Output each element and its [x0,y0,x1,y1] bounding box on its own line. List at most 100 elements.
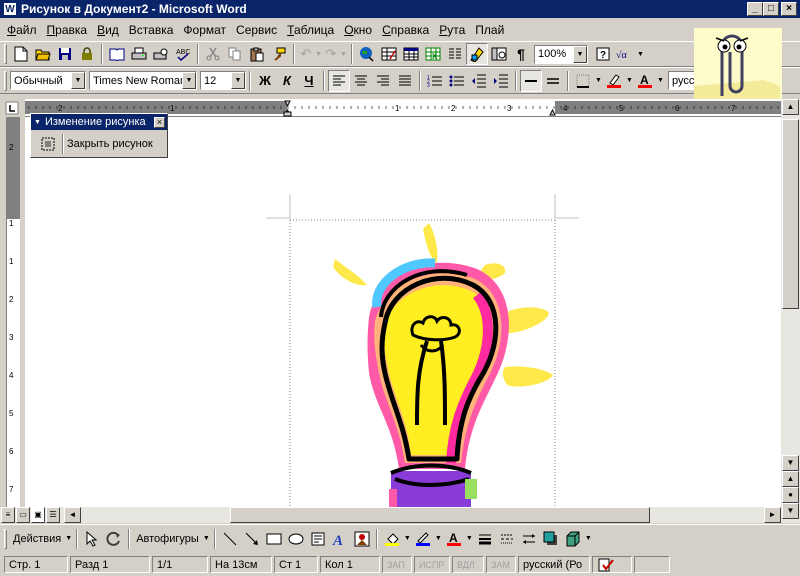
arrow-style-icon[interactable] [518,528,540,550]
spelling-status-icon[interactable] [592,556,632,573]
previous-page-icon[interactable]: ▲ [782,471,799,487]
font-color-dropdown-icon[interactable]: ▼ [656,77,665,84]
status-language[interactable]: русский (Ро [518,556,590,573]
text-box-icon[interactable] [307,528,329,550]
new-document-icon[interactable] [10,43,32,65]
underline-button[interactable]: Ч [298,70,320,92]
paste-icon[interactable] [246,43,268,65]
chevron-down-icon[interactable]: ▼ [231,72,245,89]
insert-table-icon[interactable] [400,43,422,65]
clipart-icon[interactable] [351,528,373,550]
menu-item-5[interactable]: Сервис [231,23,282,37]
undo-dropdown-icon[interactable]: ▼ [314,51,323,58]
close-icon[interactable]: × [154,116,165,128]
menu-item-7[interactable]: Окно [339,23,377,37]
font-size-select[interactable]: 12 ▼ [200,71,246,90]
shadow-icon[interactable] [540,528,562,550]
double-line-icon[interactable] [542,70,564,92]
autoshapes-dropdown-icon[interactable]: ▼ [202,535,211,542]
3d-icon[interactable] [562,528,584,550]
chevron-down-icon[interactable]: ▼ [71,72,85,89]
menu-item-10[interactable]: Плай [470,23,509,37]
vertical-scrollbar[interactable]: ▲ ▼ ▲ ● ▼ [781,99,800,523]
menu-item-3[interactable]: Вставка [124,23,179,37]
insert-excel-icon[interactable]: X [422,43,444,65]
print-icon[interactable] [128,43,150,65]
highlight-dropdown-icon[interactable]: ▼ [625,77,634,84]
highlight-icon[interactable] [603,70,625,92]
permissions-icon[interactable] [76,43,98,65]
more-buttons-icon[interactable]: ▼ [636,51,645,58]
align-left-icon[interactable] [328,69,350,92]
tables-borders-icon[interactable] [378,43,400,65]
font-select[interactable]: Times New Romar ▼ [89,71,197,90]
print-layout-view-icon[interactable]: ▣ [31,507,45,523]
read-mode-icon[interactable] [106,43,128,65]
align-center-icon[interactable] [350,70,372,92]
cut-icon[interactable] [202,43,224,65]
arrow-icon[interactable] [241,528,263,550]
undo-icon[interactable]: ↶ [298,43,314,65]
outline-view-icon[interactable]: ☰ [46,507,60,523]
borders-dropdown-icon[interactable]: ▼ [594,77,603,84]
lightbulb-picture[interactable] [325,217,565,507]
toolbar-grip[interactable] [4,44,7,64]
vertical-ruler[interactable]: 2 1 1 2 3 4 5 6 7 [0,117,25,507]
show-hide-pilcrow-icon[interactable]: ¶ [510,43,532,65]
align-right-icon[interactable] [372,70,394,92]
actions-menu[interactable]: Действия [10,533,64,545]
columns-icon[interactable] [444,43,466,65]
close-picture-button[interactable]: Закрыть рисунок [67,138,153,150]
office-assistant[interactable] [694,28,782,100]
minimize-button[interactable]: _ [747,2,763,16]
numbering-icon[interactable]: 123 [424,70,446,92]
scroll-left-icon[interactable]: ◄ [64,507,81,523]
normal-view-icon[interactable]: ≡ [1,507,15,523]
bullets-icon[interactable] [446,70,468,92]
close-button[interactable]: × [781,2,797,16]
redo-icon[interactable]: ↷ [323,43,339,65]
maximize-button[interactable]: □ [763,2,779,16]
line-color-icon[interactable] [412,528,434,550]
line-color-dropdown-icon[interactable]: ▼ [434,535,443,542]
redo-dropdown-icon[interactable]: ▼ [339,51,348,58]
help-icon[interactable]: ? [592,43,614,65]
word-icon[interactable]: W [3,2,17,16]
document-canvas[interactable] [25,117,781,507]
increase-indent-icon[interactable] [490,70,512,92]
scroll-down-icon[interactable]: ▼ [782,455,799,471]
toolbar-grip[interactable] [4,528,7,549]
scroll-right-icon[interactable]: ► [764,507,781,523]
status-record[interactable]: ЗАП [382,556,412,573]
free-rotate-icon[interactable] [103,528,125,550]
scroll-thumb[interactable] [782,119,799,309]
edit-picture-toolbar-title[interactable]: ▼ Изменение рисунка × [31,114,167,130]
menu-item-2[interactable]: Вид [92,23,124,37]
style-select[interactable]: Обычный ▼ [10,71,86,90]
fill-color-dropdown-icon[interactable]: ▼ [403,535,412,542]
menu-item-9[interactable]: Рута [434,23,470,37]
dash-style-icon[interactable] [496,528,518,550]
horizontal-line-icon[interactable] [520,69,542,92]
print-preview-icon[interactable] [150,43,172,65]
font-color-icon[interactable]: A [634,70,656,92]
wordart-icon[interactable]: A [329,528,351,550]
reset-picture-boundary-icon[interactable] [37,133,59,155]
rectangle-icon[interactable] [263,528,285,550]
hyperlink-icon[interactable] [356,43,378,65]
drawing-icon[interactable] [466,43,488,65]
spelling-icon[interactable]: ABC [172,43,194,65]
select-pointer-icon[interactable] [81,528,103,550]
menu-item-0[interactable]: Файл [2,23,42,37]
status-extend[interactable]: ВДЛ [452,556,484,573]
toolbar-grip[interactable] [4,70,7,91]
more-buttons-icon[interactable]: ▼ [584,535,593,542]
justify-icon[interactable] [394,70,416,92]
zoom-select[interactable]: 100% ▼ [534,44,588,64]
line-style-icon[interactable] [474,528,496,550]
italic-button[interactable]: К [276,70,298,92]
save-icon[interactable] [54,43,76,65]
browse-object-icon[interactable]: ● [782,487,799,503]
font-color-draw-dropdown-icon[interactable]: ▼ [465,535,474,542]
tab-selector[interactable] [0,99,25,117]
